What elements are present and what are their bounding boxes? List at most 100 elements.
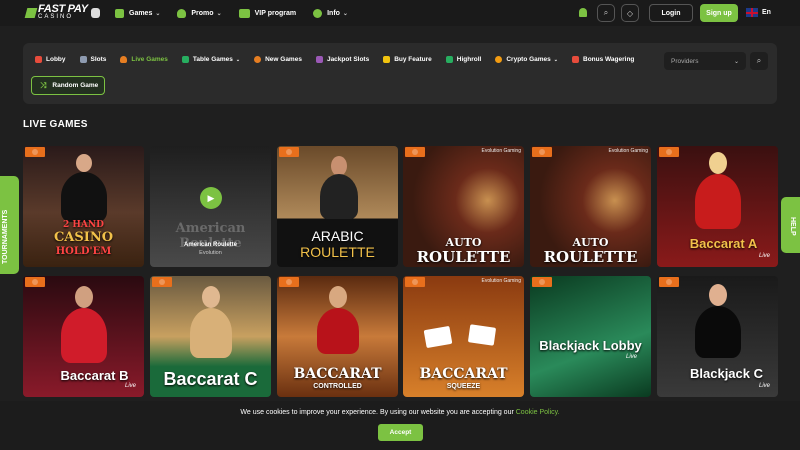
dealer-body (190, 308, 232, 358)
help-label: HELP (789, 217, 796, 236)
main-nav: Games ⌄ Promo ⌄ VIP program Info ⌄ (115, 0, 365, 26)
game-title: Baccarat C (163, 369, 258, 389)
random-game-label: Random Game (52, 82, 99, 89)
live-badge-icon (25, 147, 45, 157)
nav-games[interactable]: Games ⌄ (115, 8, 161, 18)
live-badge-icon (152, 277, 172, 287)
game-title-line1: ARABIC (311, 228, 364, 244)
crown-icon (238, 8, 250, 18)
category-label: Bonus Wagering (583, 56, 635, 63)
game-title-line1: BACCARAT (419, 366, 508, 382)
site-logo[interactable]: FAST PAY CASINO (24, 4, 100, 22)
tournaments-tab[interactable]: TOURNAMENTS (0, 176, 19, 274)
dealer-head (709, 152, 727, 174)
category-crypto-games[interactable]: Crypto Games ⌄ (495, 56, 558, 63)
game-subtitle: Live (758, 383, 770, 389)
crypto-coin-icon (495, 56, 503, 63)
chevron-down-icon: ⌄ (155, 10, 161, 17)
cookie-text: We use cookies to improve your experienc… (0, 409, 800, 416)
accept-cookies-button[interactable]: Accept (378, 424, 423, 441)
category-tabs: Lobby Slots Live Games Table Games ⌄ New … (35, 56, 648, 63)
live-badge-icon (279, 277, 299, 287)
cookie-policy-link[interactable]: Cookie Policy. (516, 409, 560, 416)
nav-vip[interactable]: VIP program (238, 8, 297, 18)
game-tile-baccarat-b[interactable]: Baccarat B Live (23, 276, 144, 397)
category-lobby[interactable]: Lobby (35, 56, 66, 63)
logo-mark-icon (24, 8, 38, 18)
category-label: Buy Feature (394, 56, 432, 63)
game-tile-baccarat-squeeze[interactable]: Evolution Gaming BACCARAT SQUEEZE (403, 276, 524, 397)
providers-select[interactable]: Providers ⌄ (664, 52, 746, 70)
category-new-games[interactable]: New Games (254, 56, 302, 63)
game-tile-arabic-roulette[interactable]: ARABIC ROULETTE (277, 146, 398, 267)
category-jackpot-slots[interactable]: Jackpot Slots (315, 56, 369, 63)
game-tile-blackjack-lobby[interactable]: Blackjack Lobby Live (530, 276, 651, 397)
shuffle-icon: ⤨ (40, 80, 47, 90)
nav-promo[interactable]: Promo ⌄ (177, 8, 222, 18)
game-title-line1: BACCARAT (293, 366, 382, 382)
game-title: Baccarat B (60, 368, 129, 383)
notification-bell-icon[interactable] (579, 8, 587, 17)
game-tile-auto-roulette-1[interactable]: Evolution Gaming AUTO ROULETTE (403, 146, 524, 267)
dealer-body (61, 172, 107, 222)
game-tile-baccarat-a[interactable]: Baccarat A Live (657, 146, 778, 267)
play-button[interactable]: ▶ (200, 187, 222, 209)
logo-text-bottom: CASINO (38, 14, 74, 20)
category-live-games[interactable]: Live Games (120, 56, 168, 63)
dealer-head (329, 286, 347, 308)
dealer-head (202, 286, 220, 308)
table-games-icon (181, 56, 189, 63)
chevron-down-icon: ⌄ (342, 10, 348, 17)
live-dealer-icon (120, 56, 128, 63)
category-slots[interactable]: Slots (79, 56, 107, 63)
cookie-message: We use cookies to improve your experienc… (240, 409, 514, 416)
lobby-icon (35, 56, 42, 63)
provider-search-button[interactable]: ⌕ (750, 52, 768, 70)
game-subtitle: Live (758, 253, 770, 259)
game-tile-casino-holdem[interactable]: 2 HAND CASINO HOLD'EM (23, 146, 144, 267)
slots-icon (79, 56, 87, 63)
signup-button[interactable]: Sign up (700, 4, 738, 22)
category-table-games[interactable]: Table Games ⌄ (181, 56, 240, 63)
category-buy-feature[interactable]: Buy Feature (383, 56, 432, 63)
language-selector[interactable]: En (746, 8, 771, 17)
category-label: Lobby (46, 56, 66, 63)
search-icon: ⌕ (603, 8, 609, 17)
nav-info[interactable]: Info ⌄ (313, 8, 348, 18)
category-label: Table Games (192, 56, 233, 63)
chevron-down-icon: ⌄ (553, 56, 558, 63)
vip-diamond-button[interactable]: ◇ (621, 4, 639, 22)
playing-card (467, 324, 497, 346)
nav-games-label: Games (129, 9, 153, 17)
game-tile-american-roulette[interactable]: American Roulette ▶ American Roulette Ev… (150, 146, 271, 267)
section-title: LIVE GAMES (23, 119, 88, 130)
dealer-body (317, 308, 359, 354)
nav-vip-label: VIP program (254, 9, 297, 17)
panda-mascot-icon (90, 8, 100, 18)
game-tile-auto-roulette-2[interactable]: Evolution Gaming AUTO ROULETTE (530, 146, 651, 267)
live-badge-icon (405, 277, 425, 287)
provider-tag: Evolution Gaming (481, 148, 521, 154)
playing-card (423, 325, 453, 349)
search-button[interactable]: ⌕ (597, 4, 615, 22)
random-game-button[interactable]: ⤨ Random Game (31, 76, 105, 95)
game-title-line2: CONTROLLED (313, 383, 362, 390)
chevron-down-icon: ⌄ (216, 10, 222, 17)
game-tile-baccarat-c[interactable]: Baccarat C (150, 276, 271, 397)
category-label: Slots (90, 56, 107, 63)
play-icon: ▶ (207, 192, 215, 203)
diamond-icon: ◇ (626, 8, 634, 18)
game-tile-baccarat-controlled[interactable]: BACCARAT CONTROLLED (277, 276, 398, 397)
provider-tag: Evolution Gaming (481, 278, 521, 284)
category-bonus-wagering[interactable]: Bonus Wagering (572, 56, 634, 63)
login-button[interactable]: Login (649, 4, 693, 22)
live-badge-icon (659, 277, 679, 287)
games-icon (115, 8, 124, 18)
live-badge-icon (279, 147, 299, 157)
game-hover-provider: Evolution (199, 250, 222, 256)
help-tab[interactable]: HELP (781, 197, 800, 253)
game-tile-blackjack-c[interactable]: Blackjack C Live (657, 276, 778, 397)
category-highroll[interactable]: Highroll (445, 56, 481, 63)
chevron-down-icon: ⌄ (733, 58, 739, 65)
dealer-head (709, 284, 727, 306)
